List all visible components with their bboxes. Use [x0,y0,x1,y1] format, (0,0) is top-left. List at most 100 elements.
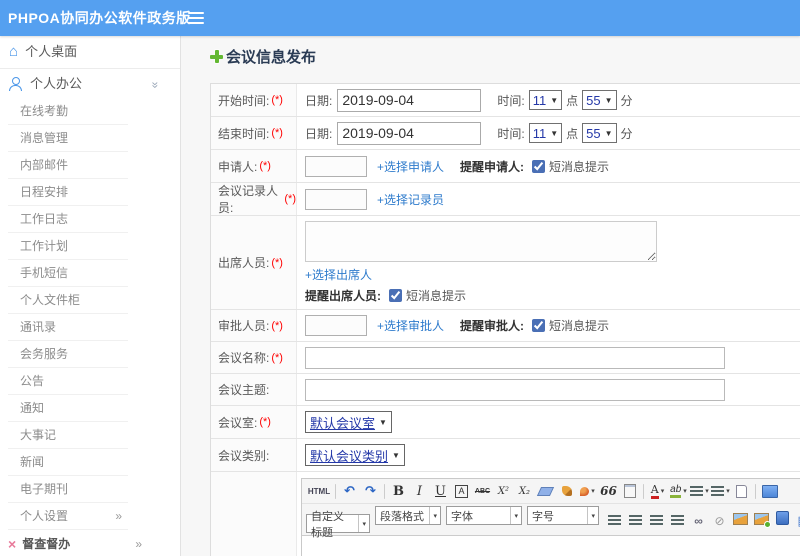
sidebar-item-office[interactable]: 个人办公 » [0,69,180,98]
sidebar-item-label: 消息管理 [20,131,69,145]
font-size-select[interactable]: 字号 ▾ [527,506,599,525]
unordered-list-icon[interactable]: ▾ [710,481,731,501]
toolbar-separator[interactable] [643,483,644,499]
sidebar-submenu: 在线考勤 消息管理 内部邮件 日程安排 工作日志 工作计划 手机短信 个人文件柜… [0,98,180,503]
chevron-down-icon: ▾ [660,488,665,495]
font-name-icon[interactable]: A [451,481,472,501]
unlink-icon[interactable]: ⊘ [709,511,730,531]
quick-format-icon[interactable]: ▾ [577,481,598,501]
italic-icon[interactable]: I [409,481,430,501]
font-color-icon[interactable]: A ▾ [647,481,668,501]
align-right-icon[interactable] [646,510,667,530]
html-source-button[interactable]: HTML [306,481,332,501]
sidebar-item-3[interactable]: 日程安排 [8,179,128,206]
sidebar-item-4[interactable]: 工作日志 [8,206,128,233]
blockquote-icon[interactable]: 66 [598,481,619,501]
add-icon [210,50,223,63]
media-icon[interactable] [772,508,793,528]
end-date-input[interactable] [337,121,482,145]
sms-checkbox[interactable] [389,289,402,302]
sidebar-item-label: 工作日志 [20,212,69,226]
align-center-icon[interactable] [625,510,646,530]
sidebar-item-7[interactable]: 个人文件柜 [8,287,128,314]
sidebar-item-5[interactable]: 工作计划 [8,233,128,260]
pick-attendees-link[interactable]: +选择出席人 [305,268,372,282]
highlight-icon[interactable]: ab ▾ [668,481,689,501]
end-hour-select[interactable]: 11 ▼ [528,123,563,143]
row-applicant: 申请人: (*) +选择申请人 提醒申请人: 短消息提示 [211,150,800,183]
end-minute-select[interactable]: 55 ▼ [582,123,617,143]
meeting-category-select[interactable]: 默认会议类别 ▼ [305,444,405,466]
chevron-down-icon: ▼ [550,95,559,105]
sidebar-item-0[interactable]: 在线考勤 [8,98,128,125]
sidebar-item-2[interactable]: 内部邮件 [8,152,128,179]
paragraph-select[interactable]: 段落格式 ▾ [375,506,441,525]
custom-title-select[interactable]: 自定义标题 ▾ [306,511,370,539]
sidebar-item-13[interactable]: 新闻 [8,449,128,476]
meeting-topic-input[interactable] [305,378,725,401]
link-icon[interactable]: ∞ [688,511,709,531]
image-icon[interactable] [730,509,751,529]
meeting-room-select[interactable]: 默认会议室 ▼ [305,411,392,433]
sidebar-item-11[interactable]: 通知 [8,395,128,422]
approver-input[interactable] [305,315,367,336]
sidebar-item-1[interactable]: 消息管理 [8,125,128,152]
sidebar-item-10[interactable]: 公告 [8,368,128,395]
sidebar-item-supervise[interactable]: × 督查督办 » [0,530,180,556]
toolbar-separator[interactable] [335,483,336,499]
ordered-list-icon[interactable]: ▾ [689,481,710,501]
sms-checkbox[interactable] [532,319,546,332]
format-brush-icon[interactable] [556,481,577,501]
start-date-input[interactable] [337,88,482,112]
new-page-icon[interactable] [731,481,752,501]
flash-image-icon[interactable] [751,509,772,529]
chevron-down-icon: ▼ [379,417,387,427]
undo-icon[interactable]: ↶ [339,481,360,501]
rich-text-editor: HTML ↶ ↷ B I U A ABC X² X₂ ▾ 66 A ▾ ab ▾… [301,478,800,556]
bold-icon[interactable]: B [388,481,409,501]
paste-icon[interactable] [619,481,640,501]
font-family-select[interactable]: 字体 ▾ [446,506,522,525]
toolbar-separator[interactable] [384,483,385,499]
subscript-icon[interactable]: X₂ [514,481,535,501]
meeting-form: 开始时间: (*) 日期: 时间: 11 ▼ 点 55 ▼ 分 [210,83,800,556]
sms-label: 短消息提示 [406,289,467,303]
time-label: 时间: [497,93,525,108]
pick-approver-link[interactable]: +选择审批人 [377,317,444,334]
attendees-textarea[interactable] [305,221,657,262]
sidebar-item-label: 大事记 [20,428,57,442]
underline-icon[interactable]: U [430,481,451,501]
start-hour-select[interactable]: 11 ▼ [528,90,563,110]
sidebar-item-12[interactable]: 大事记 [8,422,128,449]
sidebar-item-label: 手机短信 [20,266,69,280]
sidebar-item-6[interactable]: 手机短信 [8,260,128,287]
supervise-icon: × [8,535,17,552]
pick-recorder-link[interactable]: +选择记录员 [377,191,444,208]
sms-checkbox[interactable] [532,159,546,173]
align-left-icon[interactable] [604,510,625,530]
remind-label: 提醒出席人员: [305,289,381,303]
sidebar-item-9[interactable]: 会务服务 [8,341,128,368]
pick-applicant-link[interactable]: +选择申请人 [377,158,444,175]
main-content: 会议信息发布 开始时间: (*) 日期: 时间: 11 ▼ 点 55 ▼ [182,36,800,556]
menu-icon[interactable] [188,12,204,24]
applicant-input[interactable] [305,155,367,177]
superscript-icon[interactable]: X² [493,481,514,501]
sidebar-item-desktop[interactable]: ⌂ 个人桌面 [0,36,180,69]
sidebar-item-8[interactable]: 通讯录 [8,314,128,341]
meeting-name-input[interactable] [305,346,725,369]
editor-content[interactable] [302,535,800,556]
toolbar-separator[interactable] [755,483,756,499]
fullscreen-icon[interactable] [759,481,780,501]
table-icon[interactable]: ▦ [793,511,800,531]
app-title: PHPOA协同办公软件政务版 [8,10,191,26]
sidebar-item-14[interactable]: 电子期刊 [8,476,128,503]
align-justify-icon[interactable] [667,510,688,530]
recorder-input[interactable] [305,188,367,210]
strikethrough-icon[interactable]: ABC [472,481,493,501]
eraser-icon[interactable] [535,481,556,501]
time-label: 时间: [497,126,525,141]
start-minute-select[interactable]: 55 ▼ [582,90,617,110]
redo-icon[interactable]: ↷ [360,481,381,501]
sidebar-item-settings[interactable]: 个人设置 » [8,503,128,530]
